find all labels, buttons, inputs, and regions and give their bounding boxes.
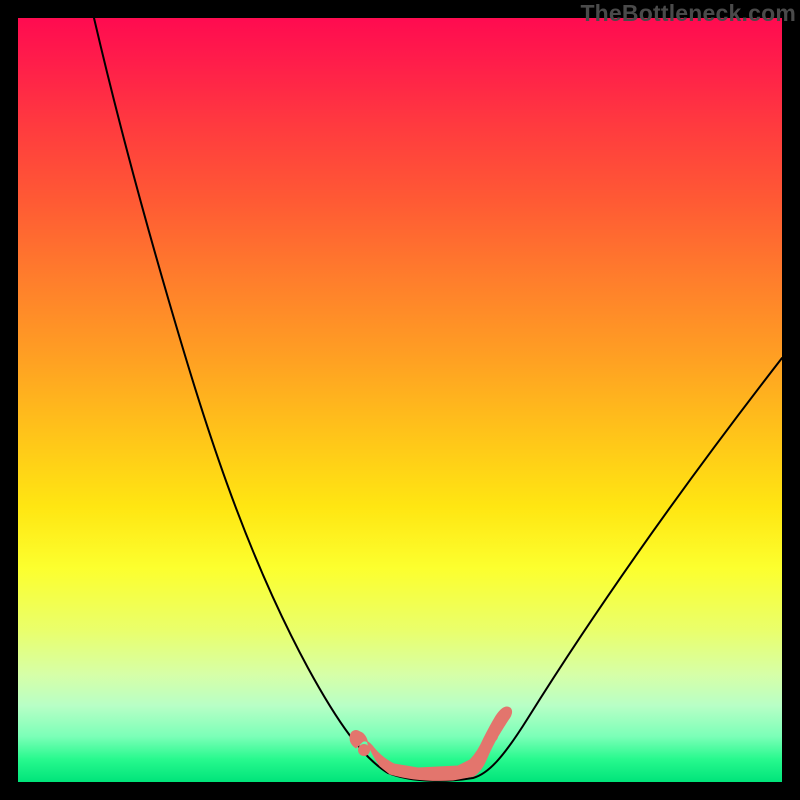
bottleneck-curve <box>18 18 782 782</box>
chart-frame <box>18 18 782 782</box>
highlight-dot <box>358 744 370 756</box>
curve-path <box>94 18 782 781</box>
watermark-text: TheBottleneck.com <box>580 0 796 27</box>
highlight-dot <box>486 730 498 742</box>
highlight-dot <box>494 716 506 728</box>
highlight-dot <box>350 730 362 742</box>
